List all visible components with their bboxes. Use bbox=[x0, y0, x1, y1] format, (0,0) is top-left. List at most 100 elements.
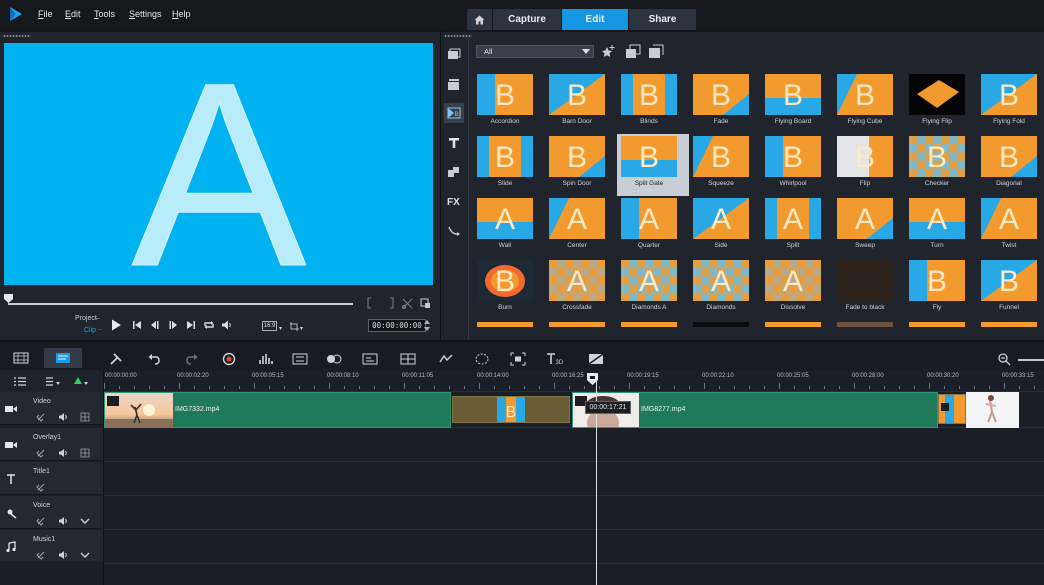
transition-item-spin-door[interactable]: B Spin Door bbox=[545, 134, 617, 196]
transition-item-burn[interactable]: B Burn bbox=[473, 258, 545, 320]
title-track-lane[interactable] bbox=[104, 462, 1044, 496]
ripple-link-icon[interactable] bbox=[36, 550, 46, 560]
mask-creator-button[interactable] bbox=[474, 351, 490, 367]
subtitle-editor-button[interactable] bbox=[362, 351, 378, 367]
mark-in-icon[interactable] bbox=[367, 297, 377, 309]
transition-item-barn-door[interactable]: B Barn Door bbox=[545, 72, 617, 134]
undo-button[interactable] bbox=[146, 351, 162, 367]
transition-item-checker[interactable]: B Checker bbox=[905, 134, 977, 196]
transition-item-crossfade[interactable]: A Crossfade bbox=[545, 258, 617, 320]
remove-transition-icon[interactable] bbox=[648, 44, 664, 60]
transition-item-partial[interactable] bbox=[981, 322, 1037, 327]
transition-item-split-gate[interactable]: B Split Gate bbox=[617, 134, 689, 196]
track-manager-icon[interactable] bbox=[14, 377, 26, 386]
transition-item-squeeze[interactable]: B Squeeze bbox=[689, 134, 761, 196]
graphics-icon[interactable] bbox=[444, 162, 464, 182]
project-mode-label[interactable]: Project bbox=[75, 315, 97, 322]
split-clip-icon[interactable] bbox=[402, 298, 413, 309]
ripple-link-icon[interactable] bbox=[36, 516, 46, 526]
tab-edit[interactable]: Edit bbox=[562, 9, 628, 30]
transition-item-slide[interactable]: B Slide bbox=[473, 134, 545, 196]
transition-item-wall[interactable]: A Wall bbox=[473, 196, 545, 258]
transition-item-flying-cube[interactable]: B Flying Cube bbox=[833, 72, 905, 134]
transition-item-flip[interactable]: B Flip bbox=[833, 134, 905, 196]
redo-button[interactable] bbox=[184, 351, 200, 367]
multi-camera-button[interactable] bbox=[400, 351, 416, 367]
pan-zoom-button[interactable] bbox=[510, 351, 526, 367]
ripple-link-icon[interactable] bbox=[36, 448, 46, 458]
transition-item-blinds[interactable]: B Blinds bbox=[617, 72, 689, 134]
menu-edit[interactable]: Edit bbox=[65, 9, 81, 19]
track-volume-icon[interactable] bbox=[58, 412, 68, 422]
menu-settings[interactable]: Settings bbox=[129, 9, 162, 19]
go-end-icon[interactable] bbox=[185, 319, 197, 331]
transition-item-partial[interactable] bbox=[909, 322, 965, 327]
transition-icon[interactable]: B bbox=[444, 103, 464, 123]
transition-item-flying-flip[interactable]: Flying Flip bbox=[905, 72, 977, 134]
apply-to-video-icon[interactable] bbox=[625, 44, 641, 60]
playhead-handle[interactable] bbox=[586, 372, 599, 386]
transition-item-side[interactable]: A Side bbox=[689, 196, 761, 258]
track-volume-icon[interactable] bbox=[58, 516, 68, 526]
track-volume-icon[interactable] bbox=[58, 448, 68, 458]
menu-tools[interactable]: Tools bbox=[94, 9, 115, 19]
prev-frame-icon[interactable] bbox=[149, 319, 161, 331]
mark-out-icon[interactable] bbox=[384, 297, 394, 309]
transition-item-funnel[interactable]: B Funnel bbox=[977, 258, 1044, 320]
transition-item-split[interactable]: A Split bbox=[761, 196, 833, 258]
transition-block[interactable] bbox=[938, 394, 966, 424]
video-track-lane[interactable]: IMG7332.mp4 B IMG8277.mp4 bbox=[104, 392, 1044, 428]
time-ruler[interactable]: 00:00:00:00 00:00:02:20 00:00:05:15 00:00:0… bbox=[104, 370, 1044, 392]
transition-item-partial[interactable] bbox=[549, 322, 605, 327]
timecode-display[interactable]: 00:00:00:00 bbox=[368, 319, 426, 332]
play-icon[interactable] bbox=[109, 318, 123, 332]
transition-item-whirlpool[interactable]: B Whirlpool bbox=[761, 134, 833, 196]
transition-item-partial[interactable] bbox=[621, 322, 677, 327]
clip-mode-label[interactable]: Clip bbox=[84, 327, 96, 334]
zoom-out-button[interactable] bbox=[996, 351, 1012, 367]
add-to-favorites-icon[interactable] bbox=[601, 44, 617, 60]
transition-item-partial[interactable] bbox=[765, 322, 821, 327]
time-remapping-button[interactable] bbox=[438, 351, 454, 367]
transition-item-quarter[interactable]: A Quarter bbox=[617, 196, 689, 258]
voice-track-lane[interactable] bbox=[104, 496, 1044, 530]
zoom-slider[interactable] bbox=[1018, 359, 1044, 361]
title-icon[interactable] bbox=[444, 133, 464, 153]
chevron-down-icon[interactable] bbox=[80, 516, 90, 526]
timeline-view-button[interactable] bbox=[44, 348, 82, 368]
path-icon[interactable] bbox=[444, 221, 464, 241]
crop-icon[interactable] bbox=[289, 321, 300, 332]
transition-item-dissolve[interactable]: A Dissolve bbox=[761, 258, 833, 320]
transition-item-diagonal[interactable]: B Diagonal bbox=[977, 134, 1044, 196]
tab-share[interactable]: Share bbox=[629, 9, 696, 30]
video-clip[interactable] bbox=[966, 392, 1019, 428]
aspect-ratio-button[interactable]: 16:9 bbox=[262, 321, 277, 331]
transition-item-sweep[interactable]: A Sweep bbox=[833, 196, 905, 258]
music-track-lane[interactable] bbox=[104, 530, 1044, 564]
enlarge-preview-icon[interactable] bbox=[420, 298, 431, 309]
transition-item-partial[interactable] bbox=[693, 322, 749, 327]
motion-tracking-button[interactable] bbox=[326, 351, 342, 367]
tools-button[interactable] bbox=[108, 351, 124, 367]
split-screen-button[interactable] bbox=[588, 351, 604, 367]
category-select[interactable]: All bbox=[476, 45, 594, 58]
transition-item-partial[interactable] bbox=[837, 322, 893, 327]
menu-help[interactable]: Help bbox=[172, 9, 191, 19]
transition-item-partial[interactable] bbox=[477, 322, 533, 327]
transition-item-flying-board[interactable]: B Flying Board bbox=[761, 72, 833, 134]
ripple-link-icon[interactable] bbox=[36, 482, 46, 492]
sound-mixer-button[interactable] bbox=[258, 351, 274, 367]
transition-item-twist[interactable]: A Twist bbox=[977, 196, 1044, 258]
panel-grip[interactable] bbox=[3, 35, 31, 37]
auto-music-button[interactable] bbox=[292, 351, 308, 367]
storyboard-view-button[interactable] bbox=[2, 348, 40, 368]
3d-title-button[interactable]: 3D bbox=[546, 351, 566, 367]
track-visibility-icon[interactable] bbox=[80, 412, 90, 422]
timecode-stepper[interactable] bbox=[424, 319, 430, 332]
scrubber-handle[interactable] bbox=[4, 294, 13, 303]
instant-project-icon[interactable] bbox=[444, 74, 464, 94]
transition-item-fade[interactable]: B Fade bbox=[689, 72, 761, 134]
tab-home[interactable] bbox=[467, 9, 492, 30]
tab-capture[interactable]: Capture bbox=[493, 9, 561, 30]
transition-block[interactable]: B bbox=[452, 396, 570, 423]
